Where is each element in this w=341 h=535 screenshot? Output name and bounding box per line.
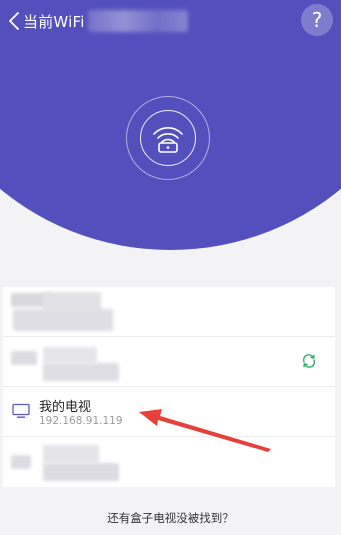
redacted-content [43, 363, 119, 381]
redacted-content [43, 445, 99, 463]
device-item-redacted-3[interactable] [3, 437, 335, 487]
redacted-content [11, 351, 37, 365]
router-icon-ring [140, 110, 196, 166]
redacted-content [11, 455, 31, 469]
device-name: 我的电视 [39, 400, 92, 415]
chevron-left-icon [9, 12, 19, 30]
device-not-found-link[interactable]: 还有盒子电视没被找到？ [0, 510, 341, 526]
back-button[interactable] [4, 8, 24, 34]
screen: 当前WiFi ? 我的电视 192.168.91.119 还有盒子电视没被找到？ [0, 0, 341, 535]
redacted-content [43, 347, 97, 363]
redacted-content [13, 309, 113, 331]
wifi-name-redacted [88, 10, 188, 32]
device-item-redacted-1[interactable] [3, 287, 335, 337]
device-list: 我的电视 192.168.91.119 [3, 287, 335, 487]
device-ip: 192.168.91.119 [39, 415, 123, 427]
help-icon: ? [311, 8, 323, 32]
top-bar: 当前WiFi ? [0, 0, 341, 44]
help-button[interactable]: ? [301, 4, 333, 36]
device-item-redacted-2[interactable] [3, 337, 335, 387]
tv-icon [12, 403, 30, 418]
device-item-my-tv[interactable]: 我的电视 192.168.91.119 [3, 387, 335, 437]
redacted-content [43, 463, 119, 481]
router-wifi-icon [153, 127, 183, 153]
sync-icon[interactable] [301, 353, 317, 369]
page-title: 当前WiFi [23, 13, 85, 31]
